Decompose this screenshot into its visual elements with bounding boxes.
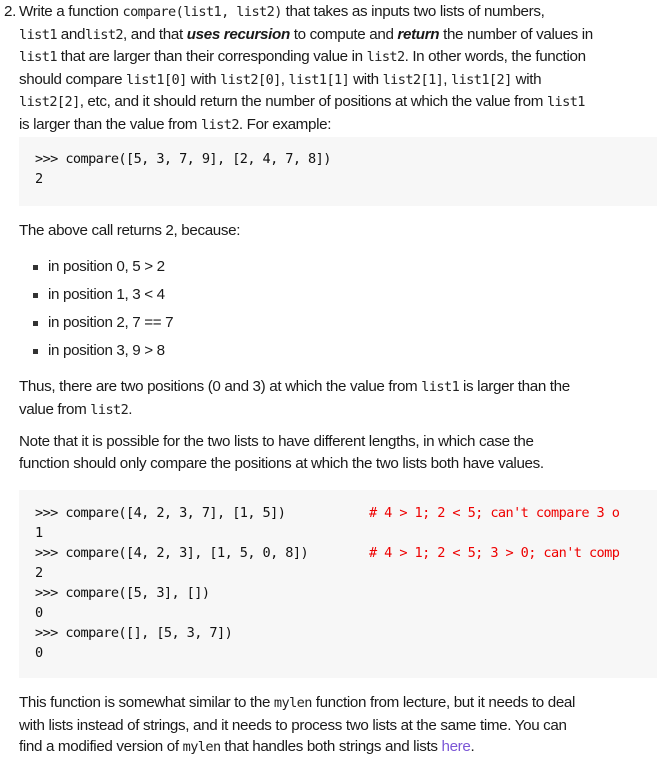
paragraph-text: find a modified version of bbox=[19, 738, 183, 755]
list-item: in position 3, 9 > 8 bbox=[28, 340, 173, 368]
inline-code: list1 bbox=[421, 379, 460, 395]
intro-text: and bbox=[56, 25, 86, 43]
code-line: >>> compare([4, 2, 3, 7], [1, 5]) bbox=[35, 505, 286, 521]
list-item-text: in position 3, 9 > 8 bbox=[48, 342, 165, 359]
inline-code: mylen bbox=[273, 695, 313, 711]
code-line: >>> compare([], [5, 3, 7]) bbox=[35, 625, 233, 641]
intro-text: Write a function bbox=[19, 3, 123, 20]
paragraph-text: Note that it is possible for the two lis… bbox=[19, 433, 534, 450]
closing-paragraph: This function is somewhat similar to the… bbox=[19, 692, 657, 759]
code-output: 2 bbox=[35, 565, 43, 581]
here-link[interactable]: here bbox=[441, 738, 470, 755]
bullet-icon bbox=[33, 321, 38, 326]
function-signature-code: compare(list1, list2) bbox=[122, 4, 283, 20]
paragraph-text: function from lecture, but it needs to d… bbox=[311, 694, 576, 711]
paragraph-text: . bbox=[470, 738, 475, 755]
intro-text: should compare bbox=[19, 70, 127, 88]
list-item-text: in position 2, 7 == 7 bbox=[48, 314, 174, 331]
list-item-text: in position 1, 3 < 4 bbox=[48, 286, 165, 303]
code-comment: # 4 > 1; 2 < 5; 3 > 0; can't comp bbox=[369, 545, 620, 561]
inline-code: list1[2] bbox=[451, 71, 512, 88]
code-output: 2 bbox=[35, 171, 43, 187]
inline-code: list1[1] bbox=[288, 71, 350, 88]
inline-code: list2 bbox=[200, 116, 240, 133]
inline-code: list1 bbox=[19, 49, 58, 65]
paragraph-text: function should only compare the positio… bbox=[19, 454, 544, 472]
problem-number: 2. bbox=[4, 3, 16, 20]
code-output: 0 bbox=[35, 645, 43, 661]
paragraph-text: . bbox=[128, 400, 133, 418]
intro-text: with bbox=[349, 70, 383, 88]
code-output: 1 bbox=[35, 525, 43, 541]
inline-code: list2[2] bbox=[19, 94, 80, 110]
intro-text: , and that bbox=[123, 25, 187, 43]
explanation-list: in position 0, 5 > 2 in position 1, 3 < … bbox=[28, 256, 174, 368]
bullet-icon bbox=[33, 293, 38, 298]
code-output: 0 bbox=[35, 605, 43, 621]
paragraph-text: value from bbox=[19, 400, 91, 418]
intro-text: , bbox=[280, 70, 289, 88]
paragraph-text: that handles both strings and lists bbox=[220, 738, 442, 755]
note-paragraph: Note that it is possible for the two lis… bbox=[19, 431, 657, 474]
intro-text: , etc, and it should return the number o… bbox=[79, 93, 547, 110]
intro-text: that are larger than their corresponding… bbox=[56, 48, 367, 65]
code-comment: # 4 > 1; 2 < 5; can't compare 3 o bbox=[369, 505, 620, 521]
problem-intro: Write a function compare(list1, list2) t… bbox=[19, 1, 657, 136]
intro-text: the number of values in bbox=[439, 25, 593, 43]
code-example-2: >>> compare([4, 2, 3, 7], [1, 5]) # 4 > … bbox=[19, 490, 657, 678]
list-item: in position 1, 3 < 4 bbox=[28, 284, 173, 312]
inline-code: list2 bbox=[85, 26, 124, 43]
paragraph-text: is larger than the bbox=[459, 378, 570, 395]
list-item: in position 2, 7 == 7 bbox=[28, 312, 174, 340]
bullet-icon bbox=[33, 349, 38, 354]
emphasis-uses-recursion: uses recursion bbox=[186, 25, 291, 43]
inline-code: list1[0] bbox=[126, 71, 187, 88]
intro-text: is larger than the value from bbox=[19, 115, 201, 133]
inline-code: mylen bbox=[182, 739, 222, 755]
inline-code: list2[0] bbox=[220, 71, 281, 88]
explanation-lead: The above call returns 2, because: bbox=[19, 222, 241, 239]
list-item: in position 0, 5 > 2 bbox=[28, 256, 173, 284]
code-line: >>> compare([5, 3, 7, 9], [2, 4, 7, 8]) bbox=[35, 151, 331, 167]
paragraph-text: Thus, there are two positions (0 and 3) … bbox=[19, 378, 422, 395]
intro-text: to compute and bbox=[289, 25, 398, 43]
list-item-text: in position 0, 5 > 2 bbox=[48, 258, 165, 275]
code-line: >>> compare([4, 2, 3], [1, 5, 0, 8]) bbox=[35, 545, 309, 561]
intro-text: . For example: bbox=[238, 115, 332, 133]
inline-code: list1 bbox=[546, 94, 586, 110]
emphasis-return: return bbox=[397, 25, 440, 43]
intro-text: , bbox=[443, 70, 452, 88]
intro-text: with bbox=[186, 70, 221, 88]
code-example-1: >>> compare([5, 3, 7, 9], [2, 4, 7, 8]) … bbox=[19, 137, 657, 206]
bullet-icon bbox=[33, 265, 38, 270]
inline-code: list2 bbox=[90, 401, 129, 418]
inline-code: list2[1] bbox=[382, 71, 444, 88]
inline-code: list1 bbox=[19, 26, 58, 43]
inline-code: list2 bbox=[366, 49, 406, 65]
intro-text: . In other words, the function bbox=[404, 48, 586, 65]
paragraph-text: This function is somewhat similar to the bbox=[19, 694, 274, 711]
intro-text: with bbox=[511, 70, 542, 88]
thus-paragraph: Thus, there are two positions (0 and 3) … bbox=[19, 376, 657, 421]
paragraph-text: with lists instead of strings, and it ne… bbox=[19, 716, 567, 734]
intro-text: that takes as inputs two lists of number… bbox=[281, 3, 545, 20]
code-line: >>> compare([5, 3], []) bbox=[35, 585, 210, 601]
